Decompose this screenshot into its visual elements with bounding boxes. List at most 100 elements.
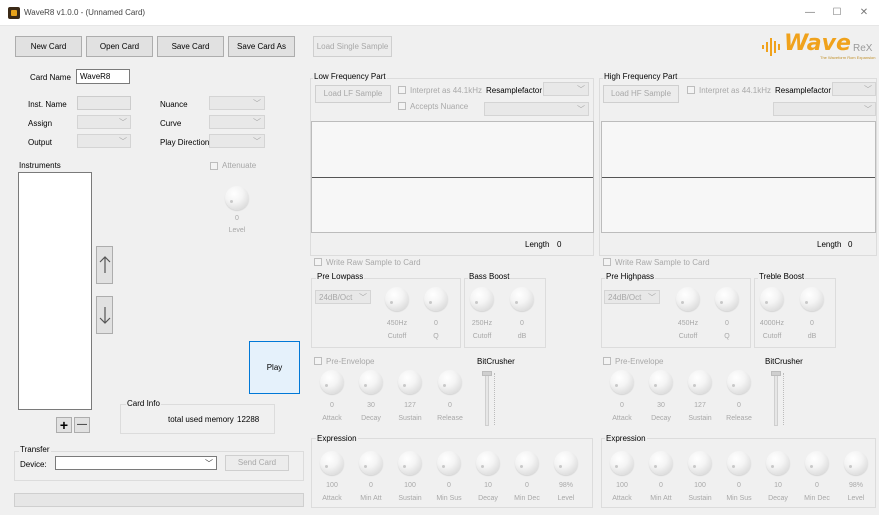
- lf-pre-envelope-checkbox[interactable]: [314, 357, 322, 365]
- hf-exp-attack-label: Attack: [612, 495, 632, 502]
- hf-exp-min-att-knob[interactable]: [649, 451, 673, 475]
- hf-write-raw-label: Write Raw Sample to Card: [615, 258, 710, 267]
- lf-accepts-nuance-checkbox[interactable]: [398, 102, 406, 110]
- hf-exp-sustain-knob[interactable]: [688, 451, 712, 475]
- chevron-down-icon: ﹀: [119, 137, 127, 146]
- lf-q-value: 0: [434, 320, 438, 327]
- lf-exp-attack-label: Attack: [322, 495, 342, 502]
- lf-exp-min-sus-knob[interactable]: [437, 451, 461, 475]
- instruments-list[interactable]: [18, 172, 92, 410]
- save-card-button[interactable]: Save Card: [157, 36, 224, 57]
- maximize-button[interactable]: ☐: [828, 6, 846, 20]
- hf-bitcrusher-ticks: [781, 373, 784, 425]
- hf-exp-min-dec-value: 0: [815, 482, 819, 489]
- hf-release-value: 0: [737, 402, 741, 409]
- lf-exp-attack-knob[interactable]: [320, 451, 344, 475]
- lf-slope-select[interactable]: 24dB/Oct ﹀: [315, 290, 371, 304]
- hf-slope-select[interactable]: 24dB/Oct ﹀: [604, 290, 660, 304]
- attenuate-checkbox[interactable]: [210, 162, 218, 170]
- load-single-sample-button[interactable]: Load Single Sample: [313, 36, 392, 57]
- lf-q-knob[interactable]: [424, 287, 448, 311]
- level-knob[interactable]: [225, 186, 249, 210]
- new-card-button[interactable]: New Card: [15, 36, 82, 57]
- hf-bitcrusher-thumb[interactable]: [771, 371, 781, 376]
- instruments-label: Instruments: [19, 161, 61, 170]
- lf-exp-decay-knob[interactable]: [476, 451, 500, 475]
- hf-attack-value: 0: [620, 402, 624, 409]
- lf-write-raw-checkbox[interactable]: [314, 258, 322, 266]
- card-info-title: Card Info: [126, 399, 161, 408]
- treble-boost-db-knob[interactable]: [800, 287, 824, 311]
- lf-release-knob[interactable]: [438, 370, 462, 394]
- lf-exp-min-dec-value: 0: [525, 482, 529, 489]
- hf-resample-select[interactable]: ﹀: [832, 82, 876, 96]
- hf-resample-select-2[interactable]: ﹀: [773, 102, 876, 116]
- lf-cutoff-knob[interactable]: [385, 287, 409, 311]
- hf-decay-knob[interactable]: [649, 370, 673, 394]
- lf-exp-decay-value: 10: [484, 482, 492, 489]
- move-up-button[interactable]: [96, 246, 113, 284]
- lf-interpret-checkbox[interactable]: [398, 86, 406, 94]
- hf-exp-attack-knob[interactable]: [610, 451, 634, 475]
- close-button[interactable]: ✕: [855, 6, 873, 20]
- hf-pre-envelope-checkbox[interactable]: [603, 357, 611, 365]
- chevron-down-icon: ﹀: [577, 85, 585, 94]
- lf-exp-min-att-label: Min Att: [360, 495, 382, 502]
- output-select[interactable]: ﹀: [77, 134, 131, 148]
- hf-sustain-knob[interactable]: [688, 370, 712, 394]
- load-lf-sample-button[interactable]: Load LF Sample: [315, 85, 391, 103]
- lf-resample-select[interactable]: ﹀: [543, 82, 589, 96]
- hf-interpret-checkbox[interactable]: [687, 86, 695, 94]
- lf-bitcrusher-thumb[interactable]: [482, 371, 492, 376]
- load-hf-sample-button[interactable]: Load HF Sample: [603, 85, 679, 103]
- nuance-select[interactable]: ﹀: [209, 96, 265, 110]
- treble-boost-cutoff-label: Cutoff: [762, 333, 782, 340]
- hf-bitcrusher-track[interactable]: [774, 372, 778, 426]
- lf-exp-level-knob[interactable]: [554, 451, 578, 475]
- inst-name-input[interactable]: [77, 96, 131, 110]
- lf-exp-min-sus-label: Min Sus: [436, 495, 462, 502]
- lf-resample-select-2[interactable]: ﹀: [484, 102, 589, 116]
- hf-exp-min-dec-knob[interactable]: [805, 451, 829, 475]
- chevron-down-icon: ﹀: [253, 118, 261, 127]
- lf-exp-sustain-knob[interactable]: [398, 451, 422, 475]
- minimize-button[interactable]: —: [801, 6, 819, 20]
- play-direction-select[interactable]: ﹀: [209, 134, 265, 148]
- play-button[interactable]: Play: [249, 341, 300, 394]
- add-instrument-button[interactable]: +: [56, 417, 72, 433]
- lf-length-label: Length: [525, 240, 550, 249]
- hf-exp-min-sus-knob[interactable]: [727, 451, 751, 475]
- lf-exp-min-dec-knob[interactable]: [515, 451, 539, 475]
- open-card-button[interactable]: Open Card: [86, 36, 153, 57]
- hf-release-knob[interactable]: [727, 370, 751, 394]
- treble-boost-cutoff-knob[interactable]: [760, 287, 784, 311]
- device-select[interactable]: ﹀: [55, 456, 217, 470]
- hf-cutoff-knob[interactable]: [676, 287, 700, 311]
- hf-write-raw-checkbox[interactable]: [603, 258, 611, 266]
- hf-exp-level-knob[interactable]: [844, 451, 868, 475]
- send-card-button[interactable]: Send Card: [225, 455, 289, 471]
- arrow-down-icon: [99, 307, 110, 324]
- hf-exp-decay-value: 10: [774, 482, 782, 489]
- move-down-button[interactable]: [96, 296, 113, 334]
- card-name-input[interactable]: WaveR8: [76, 69, 130, 84]
- curve-select[interactable]: ﹀: [209, 115, 265, 129]
- hf-exp-level-label: Level: [847, 495, 865, 502]
- assign-select[interactable]: ﹀: [77, 115, 131, 129]
- remove-instrument-button[interactable]: —: [74, 417, 90, 433]
- lf-bitcrusher-track[interactable]: [485, 372, 489, 426]
- chevron-down-icon: ﹀: [864, 85, 872, 94]
- lf-attack-knob[interactable]: [320, 370, 344, 394]
- bass-boost-db-knob[interactable]: [510, 287, 534, 311]
- bass-boost-cutoff-knob[interactable]: [470, 287, 494, 311]
- hf-exp-decay-knob[interactable]: [766, 451, 790, 475]
- hf-attack-knob[interactable]: [610, 370, 634, 394]
- lf-sustain-knob[interactable]: [398, 370, 422, 394]
- lf-exp-min-att-knob[interactable]: [359, 451, 383, 475]
- hf-interpret-label: Interpret as 44.1kHz: [699, 86, 772, 95]
- save-card-as-button[interactable]: Save Card As: [228, 36, 295, 57]
- hf-expression-title: Expression: [605, 434, 647, 443]
- lf-decay-knob[interactable]: [359, 370, 383, 394]
- lf-decay-label: Decay: [361, 415, 381, 422]
- hf-q-knob[interactable]: [715, 287, 739, 311]
